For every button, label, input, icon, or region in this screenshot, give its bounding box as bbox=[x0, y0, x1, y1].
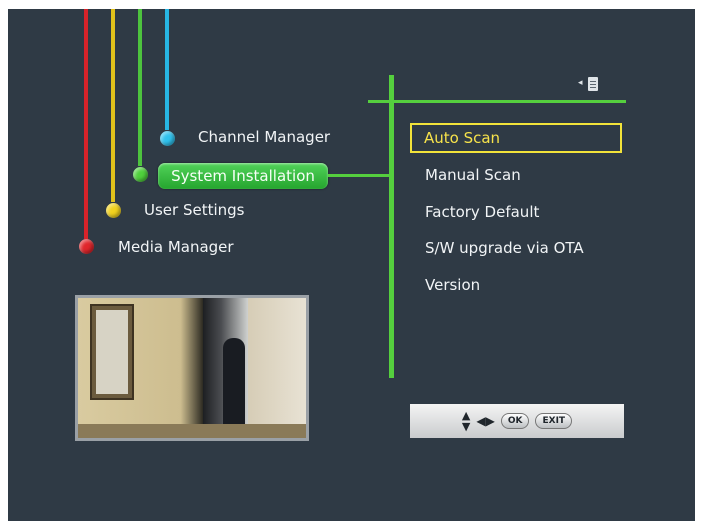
tv-screen: Channel Manager System Installation User… bbox=[8, 9, 695, 521]
channel-manager-line bbox=[165, 9, 169, 130]
system-installation-line bbox=[138, 9, 142, 166]
left-right-arrows-icon: ◀▶ bbox=[476, 414, 495, 428]
menu-item-system-installation[interactable]: System Installation bbox=[158, 163, 328, 189]
menu-item-channel-manager[interactable]: Channel Manager bbox=[198, 128, 330, 146]
menu-item-user-settings[interactable]: User Settings bbox=[144, 201, 244, 219]
picture-frame bbox=[90, 304, 134, 400]
help-bar: ▲ ▼ ◀▶ OK EXIT bbox=[410, 404, 624, 438]
menu-item-media-manager[interactable]: Media Manager bbox=[118, 238, 234, 256]
submenu-item-manual-scan[interactable]: Manual Scan bbox=[425, 166, 521, 184]
submenu-item-sw-upgrade[interactable]: S/W upgrade via OTA bbox=[425, 239, 584, 257]
document-icon bbox=[588, 77, 598, 91]
media-manager-dot-icon bbox=[79, 239, 94, 254]
person-figure bbox=[223, 338, 245, 438]
floor bbox=[78, 424, 306, 438]
submenu-top-bar bbox=[368, 100, 626, 103]
exit-key-icon: EXIT bbox=[535, 413, 573, 429]
ok-key-icon: OK bbox=[500, 413, 530, 429]
submenu-item-auto-scan[interactable]: Auto Scan bbox=[410, 123, 622, 153]
up-down-arrows-icon: ▲ ▼ bbox=[461, 409, 471, 433]
video-preview bbox=[75, 295, 309, 441]
system-installation-dot-icon bbox=[133, 167, 148, 182]
channel-manager-dot-icon bbox=[160, 131, 175, 146]
submenu-item-factory-default[interactable]: Factory Default bbox=[425, 203, 539, 221]
submenu-vertical-bar bbox=[389, 75, 394, 378]
media-manager-line bbox=[84, 9, 88, 239]
submenu-connector bbox=[328, 174, 390, 177]
doc-arrow-icon: ◂ bbox=[578, 78, 583, 88]
video-preview-image bbox=[78, 298, 306, 438]
submenu-item-version[interactable]: Version bbox=[425, 276, 480, 294]
user-settings-dot-icon bbox=[106, 203, 121, 218]
user-settings-line bbox=[111, 9, 115, 202]
